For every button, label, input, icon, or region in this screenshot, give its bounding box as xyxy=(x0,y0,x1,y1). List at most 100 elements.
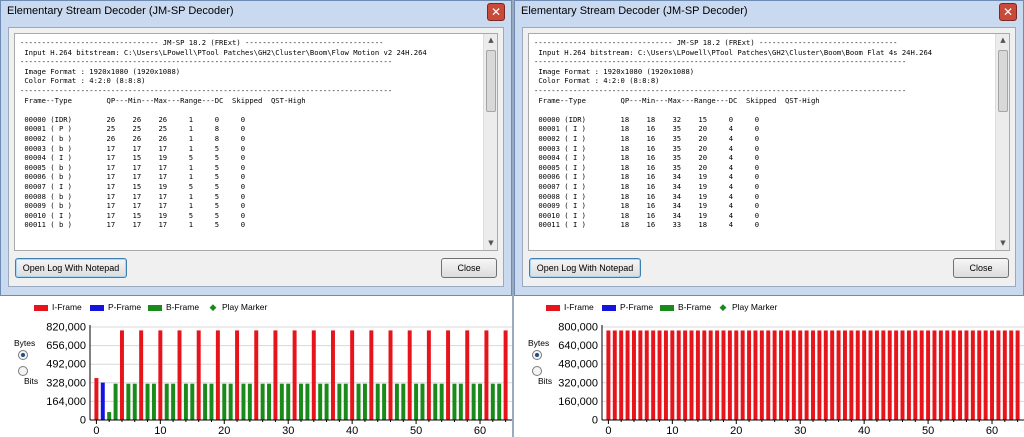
legend-p-frame: P-Frame xyxy=(90,302,141,312)
title-bar[interactable]: Elementary Stream Decoder (JM-SP Decoder… xyxy=(515,1,1023,25)
frame-bar xyxy=(887,330,892,420)
log-text: -------------------------------- JM-SP 1… xyxy=(534,38,991,230)
x-tick-label: 20 xyxy=(730,425,742,437)
frame-bar xyxy=(177,330,182,420)
chart-plot: 820,000 656,000 492,000 328,000 164,000 00 10 2… xyxy=(46,322,512,437)
frame-bar xyxy=(260,383,265,420)
frame-bar xyxy=(279,383,284,420)
b-frame-swatch-icon xyxy=(148,304,162,311)
log-textbox[interactable]: -------------------------------- JM-SP 1… xyxy=(528,33,1010,251)
x-tick-label: 40 xyxy=(858,425,870,437)
frame-bar xyxy=(478,383,483,420)
frame-bar xyxy=(1015,330,1020,420)
y-tick-label: 480,000 xyxy=(558,359,598,371)
scroll-up-icon[interactable]: ▲ xyxy=(996,34,1009,47)
log-line: 00002 ( b ) 26 26 26 1 8 0 xyxy=(20,133,246,143)
bytes-radio[interactable] xyxy=(532,350,542,360)
log-textbox[interactable]: -------------------------------- JM-SP 1… xyxy=(14,33,498,251)
frame-bar xyxy=(471,383,476,420)
frame-bar xyxy=(369,330,374,420)
log-line: 00008 ( I ) 18 16 34 19 4 0 xyxy=(534,191,760,201)
frame-bar xyxy=(900,330,905,420)
frame-bar xyxy=(164,383,169,420)
frame-bar xyxy=(715,330,720,420)
frame-bar xyxy=(426,330,431,420)
x-tick-label: 10 xyxy=(666,425,678,437)
frame-bar xyxy=(439,383,444,420)
log-line: 00010 ( I ) 17 15 19 5 5 0 xyxy=(20,210,246,220)
frame-bar xyxy=(362,383,367,420)
b-frame-swatch-icon xyxy=(660,304,674,311)
frame-bar xyxy=(657,330,662,420)
unit-selector: Bytes Bits xyxy=(14,338,38,386)
scroll-thumb[interactable] xyxy=(998,50,1008,112)
scroll-up-icon[interactable]: ▲ xyxy=(484,34,497,47)
frame-bar xyxy=(823,330,828,420)
x-tick-label: 40 xyxy=(346,425,358,437)
log-line: -------------------------------- JM-SP 1… xyxy=(20,38,384,47)
frame-bar xyxy=(958,330,963,420)
close-icon[interactable]: ✕ xyxy=(487,3,505,21)
frame-bar xyxy=(241,383,246,420)
x-tick-label: 0 xyxy=(93,425,99,437)
close-icon[interactable]: ✕ xyxy=(999,3,1017,21)
log-line: 00001 ( I ) 18 16 35 20 4 0 xyxy=(534,124,760,134)
title-bar[interactable]: Elementary Stream Decoder (JM-SP Decoder… xyxy=(1,1,511,25)
frame-bar xyxy=(906,330,911,420)
open-log-button[interactable]: Open Log With Notepad xyxy=(529,258,641,278)
legend-p-frame: P-Frame xyxy=(602,302,653,312)
i-frame-swatch-icon xyxy=(34,304,48,311)
close-button[interactable]: Close xyxy=(441,258,497,278)
x-tick-label: 30 xyxy=(282,425,294,437)
legend-label: P-Frame xyxy=(620,302,654,312)
p-frame-swatch-icon xyxy=(90,304,104,311)
unit-selector: Bytes Bits xyxy=(528,338,552,386)
bits-radio[interactable] xyxy=(18,366,28,376)
log-line: 00011 ( I ) 18 16 33 18 4 0 xyxy=(534,220,760,230)
play-marker-icon: ◆ xyxy=(719,302,727,313)
scroll-thumb[interactable] xyxy=(486,50,496,112)
frame-bar xyxy=(779,330,784,420)
log-line: 00008 ( b ) 17 17 17 1 5 0 xyxy=(20,191,246,201)
chart-legend: I-Frame P-Frame B-Frame ◆ Play Marker xyxy=(514,302,1024,314)
bytes-radio[interactable] xyxy=(18,350,28,360)
frame-bar xyxy=(388,330,393,420)
i-frame-swatch-icon xyxy=(546,304,560,311)
frame-bar xyxy=(203,383,208,420)
bits-radio[interactable] xyxy=(532,366,542,376)
close-button[interactable]: Close xyxy=(953,258,1009,278)
frame-bar xyxy=(670,330,675,420)
y-tick-label: 820,000 xyxy=(46,322,86,334)
frame-bar xyxy=(721,330,726,420)
p-frame-swatch-icon xyxy=(602,304,616,311)
frame-bar xyxy=(183,383,188,420)
frame-bar xyxy=(228,383,233,420)
log-scrollbar[interactable]: ▲ ▼ xyxy=(483,34,497,250)
frame-bar xyxy=(222,383,227,420)
legend-i-frame: I-Frame xyxy=(546,302,594,312)
frame-bar xyxy=(350,330,355,420)
log-line: Frame--Type QP---Min---Max---Range---DC … xyxy=(20,95,306,105)
frame-bar xyxy=(842,330,847,420)
open-log-button[interactable]: Open Log With Notepad xyxy=(15,258,127,278)
frame-bar xyxy=(292,330,297,420)
frame-bar xyxy=(100,382,105,420)
frame-bar xyxy=(874,330,879,420)
frame-bar xyxy=(766,330,771,420)
play-marker-icon: ◆ xyxy=(209,302,217,313)
legend-label: Play Marker xyxy=(222,302,268,312)
frame-bar xyxy=(938,330,943,420)
frame-bar xyxy=(772,330,777,420)
frame-bar xyxy=(702,330,707,420)
log-scrollbar[interactable]: ▲ ▼ xyxy=(995,34,1009,250)
frame-bar xyxy=(619,330,624,420)
frame-bar xyxy=(804,330,809,420)
x-tick-label: 30 xyxy=(794,425,806,437)
frame-bar xyxy=(951,330,956,420)
frame-bar xyxy=(695,330,700,420)
window-title: Elementary Stream Decoder (JM-SP Decoder… xyxy=(7,5,234,17)
scroll-down-icon[interactable]: ▼ xyxy=(484,237,497,250)
frame-bar xyxy=(644,330,649,420)
scroll-down-icon[interactable]: ▼ xyxy=(996,237,1009,250)
